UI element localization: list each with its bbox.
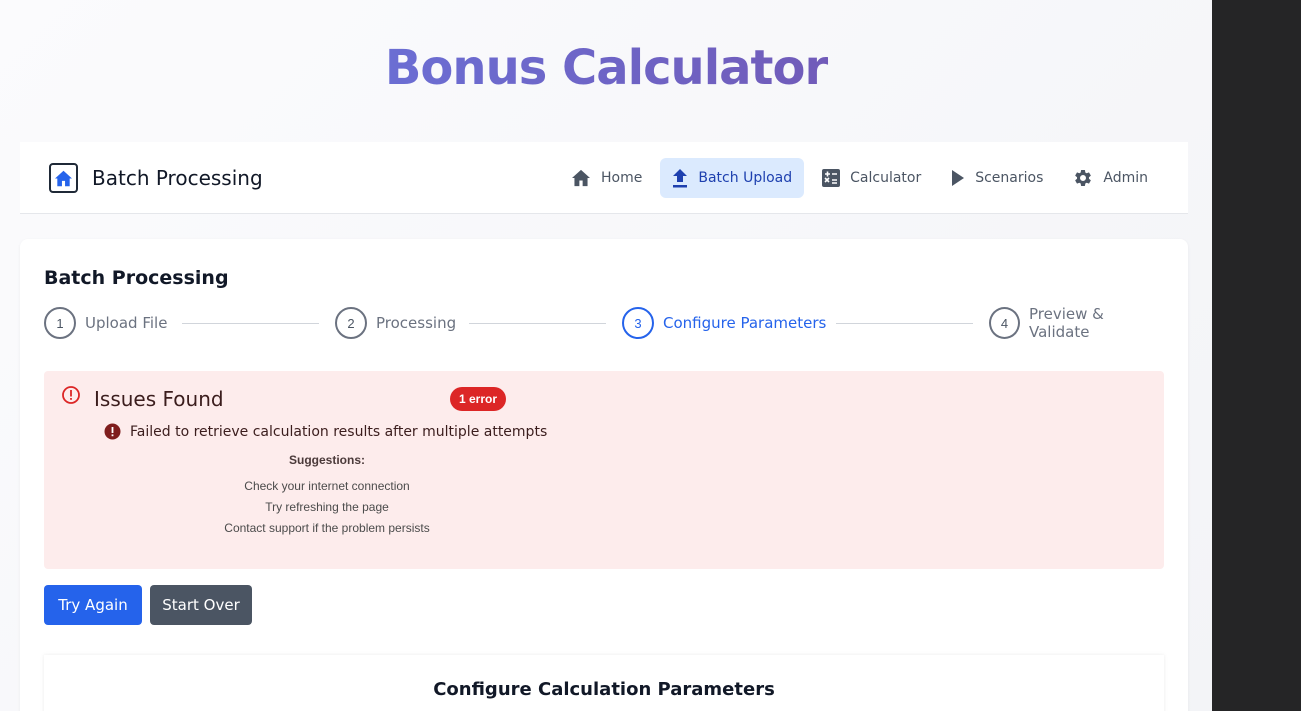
nav-item-admin[interactable]: Admin <box>1061 158 1160 198</box>
nav-item-label: Calculator <box>850 170 922 186</box>
card-title: Batch Processing <box>44 267 229 289</box>
step-processing: 2 Processing <box>335 307 456 339</box>
start-over-button[interactable]: Start Over <box>150 585 252 625</box>
step-number: 4 <box>989 307 1020 339</box>
step-number: 2 <box>335 307 367 339</box>
nav-item-batch-upload[interactable]: Batch Upload <box>660 158 805 198</box>
step-label: Processing <box>376 314 457 332</box>
try-again-button[interactable]: Try Again <box>44 585 142 625</box>
nav-item-label: Home <box>601 170 643 186</box>
step-connector <box>469 323 606 324</box>
brand[interactable]: Batch Processing <box>49 163 263 193</box>
home-icon <box>572 169 591 187</box>
suggestion-item: Try refreshing the page <box>265 500 389 514</box>
suggestion-item: Contact support if the problem persists <box>224 521 430 535</box>
error-message: Failed to retrieve calculation results a… <box>130 423 548 440</box>
error-alert: Issues Found 1 error Failed to retrieve … <box>44 371 1164 569</box>
step-preview-validate: 4 Preview & Validate <box>989 305 1164 341</box>
error-count-badge: 1 error <box>450 387 507 411</box>
parameters-panel: Configure Calculation Parameters <box>44 655 1164 711</box>
page: Bonus Calculator Batch Processing Home B… <box>0 0 1212 711</box>
play-icon <box>952 170 965 186</box>
alert-circle-icon <box>62 386 80 404</box>
step-number: 3 <box>622 307 654 339</box>
gear-icon <box>1075 169 1092 186</box>
nav-item-scenarios[interactable]: Scenarios <box>939 158 1055 198</box>
stepper: 1 Upload File 2 Processing 3 Configure P… <box>44 305 1164 341</box>
navbar: Batch Processing Home Batch Upload Calcu… <box>20 142 1188 214</box>
side-panel <box>1212 0 1301 711</box>
nav-item-label: Scenarios <box>975 170 1044 186</box>
suggestions: Suggestions: Check your internet connect… <box>184 453 470 539</box>
brand-label: Batch Processing <box>92 166 263 190</box>
nav-item-label: Admin <box>1103 170 1148 186</box>
parameters-title: Configure Calculation Parameters <box>433 679 775 700</box>
step-connector <box>836 323 973 324</box>
step-connector <box>182 323 319 324</box>
step-label: Upload File <box>85 314 168 332</box>
step-label: Preview & Validate <box>1028 305 1104 341</box>
error-message-row: Failed to retrieve calculation results a… <box>104 423 547 440</box>
step-label: Configure Parameters <box>663 314 827 332</box>
nav-menu: Home Batch Upload Calculator Scenarios A… <box>553 158 1160 198</box>
batch-processing-card: Batch Processing 1 Upload File 2 Process… <box>20 239 1188 711</box>
app-title: Bonus Calculator <box>0 40 1212 96</box>
error-title: Issues Found <box>94 387 224 411</box>
error-icon <box>104 423 121 440</box>
step-number: 1 <box>44 307 76 339</box>
nav-item-calculator[interactable]: Calculator <box>810 158 933 198</box>
home-icon <box>49 163 78 193</box>
step-configure-parameters: 3 Configure Parameters <box>622 307 826 339</box>
nav-item-home[interactable]: Home <box>559 158 654 198</box>
step-upload-file: 1 Upload File <box>44 307 167 339</box>
suggestions-title: Suggestions: <box>288 453 365 467</box>
calculator-icon <box>822 169 841 187</box>
nav-item-label: Batch Upload <box>698 170 793 186</box>
suggestion-item: Check your internet connection <box>244 479 410 493</box>
upload-icon <box>673 168 688 187</box>
